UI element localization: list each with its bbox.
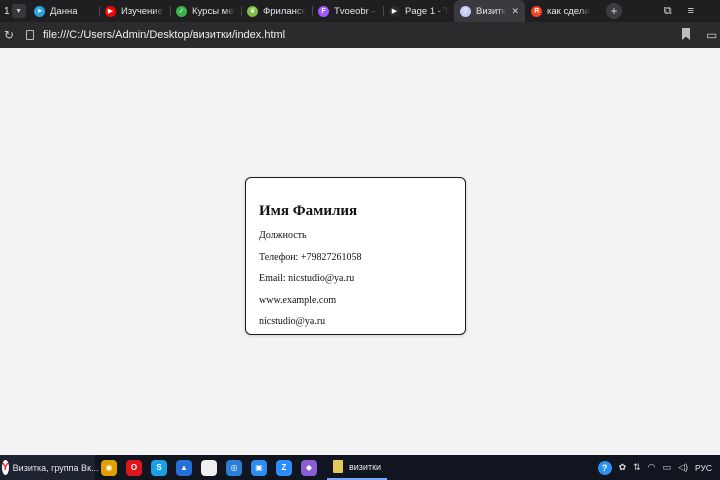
new-tab-button[interactable]: + — [606, 3, 622, 19]
play-icon: ▶ — [389, 5, 400, 17]
taskbar-active-browser[interactable]: Y Визитка, группа Вк... — [0, 455, 99, 480]
arrow-app-icon[interactable]: ▲ — [176, 459, 192, 476]
browser-tab[interactable]: ⚲ Визитка ✕ — [454, 0, 525, 22]
tab-title: Изучение С — [121, 5, 164, 17]
photos-icon[interactable]: ◎ — [226, 459, 242, 476]
tab-title: Фрилансер — [263, 5, 306, 17]
browser-tab[interactable]: Якак сделат — [525, 0, 596, 22]
tab-title: как сделат — [547, 5, 590, 17]
browser-tab[interactable]: ➤ Данна — [28, 0, 99, 22]
skype-icon[interactable]: S — [151, 459, 167, 476]
taskbar: Y Визитка, группа Вк... ◉ O S ▲ ◎ ▣ Z ◆ визитки… — [0, 455, 720, 480]
taskbar-pinned-apps: ◉ O S ▲ ◎ ▣ Z ◆ — [101, 459, 317, 476]
taskbar-folder-button[interactable]: визитки — [327, 455, 388, 480]
close-icon[interactable]: ✕ — [511, 6, 519, 17]
browser-tab[interactable]: ▶ Изучение С — [99, 0, 170, 22]
extensions-icon[interactable]: ▭ — [706, 22, 720, 48]
chrome-icon[interactable]: ◉ — [101, 459, 117, 476]
tab-list: ➤ Данна ▶ Изучение С ✓ Курсы мет ❦ Фрилансер F Tv… — [28, 0, 596, 22]
volume-icon[interactable]: ◁) — [678, 462, 688, 473]
battery-icon[interactable]: ▭ — [663, 462, 672, 473]
url-field[interactable]: file:///C:/Users/Admin/Desktop/визитки/i… — [16, 25, 706, 45]
tab-title: Page 1 - Tv — [405, 5, 448, 17]
card-extra-email: nicstudio@ya.ru — [259, 316, 326, 327]
tab-title: Данна — [50, 5, 78, 17]
business-card: Имя Фамилия Должность Телефон: +79827261… — [245, 177, 466, 335]
telegram-icon: ➤ — [34, 5, 45, 17]
figma-icon: F — [318, 5, 329, 17]
youtube-icon: ▶ — [105, 5, 116, 17]
store-icon[interactable]: ▣ — [251, 459, 267, 476]
language-indicator[interactable]: РУС — [695, 463, 712, 473]
visual-studio-icon[interactable]: ◆ — [301, 459, 317, 476]
taskbar-folder-label: визитки — [349, 461, 382, 472]
check-circle-icon: ✓ — [176, 5, 187, 17]
browser-tab[interactable]: ❦ Фрилансер — [241, 0, 312, 22]
tab-title: Tvoeobr – F — [334, 5, 377, 17]
browser-tab[interactable]: ✓ Курсы мет — [170, 0, 241, 22]
page-icon — [26, 30, 34, 40]
wifi-icon[interactable]: ◠ — [648, 462, 656, 473]
card-website: www.example.com — [259, 294, 337, 306]
sync-icon[interactable]: ⇅ — [633, 462, 641, 473]
tab-overview-icon[interactable]: ⧉ — [664, 5, 672, 18]
folder-icon — [333, 460, 343, 473]
address-bar: ↻ file:///C:/Users/Admin/Desktop/визитки… — [0, 22, 720, 48]
page-viewport: Имя Фамилия Должность Телефон: +79827261… — [0, 48, 720, 455]
browser-tab-strip: 1 ▼ ➤ Данна ▶ Изучение С ✓ Курсы мет ❦ Фрилансе… — [0, 0, 720, 22]
leaf-icon: ❦ — [247, 5, 258, 17]
system-tray: ? ✿ ⇅ ◠ ▭ ◁) РУС — [597, 455, 720, 480]
chevron-down-icon[interactable]: ▼ — [11, 4, 26, 18]
card-name: Имя Фамилия — [259, 203, 358, 219]
menu-icon[interactable]: ≡ — [688, 5, 694, 17]
taskbar-active-label: Визитка, группа Вк... — [12, 462, 99, 473]
tab-title: Визитка — [476, 5, 507, 17]
card-position: Должность — [259, 230, 307, 241]
tab-group-count: 1 — [4, 5, 10, 17]
help-icon[interactable]: ? — [597, 460, 612, 475]
url-text: file:///C:/Users/Admin/Desktop/визитки/i… — [43, 29, 286, 41]
browser-tab[interactable]: ▶ Page 1 - Tv — [383, 0, 454, 22]
tab-group-selector[interactable]: 1 ▼ — [0, 0, 28, 22]
opera-icon[interactable]: O — [126, 459, 142, 476]
page-icon: ⚲ — [460, 5, 471, 17]
yandex-icon: Я — [531, 5, 542, 17]
browser-tab[interactable]: F Tvoeobr – F — [312, 0, 383, 22]
window-controls: ⧉ ≡ — [664, 0, 720, 22]
zoom-icon[interactable]: Z — [276, 459, 292, 476]
tab-title: Курсы мет — [192, 5, 235, 17]
card-email: Email: nicstudio@ya.ru — [259, 273, 355, 284]
yandex-browser-icon: Y — [2, 460, 9, 475]
settings-icon[interactable]: ✿ — [619, 462, 627, 473]
card-phone: Телефон: +79827261058 — [259, 251, 362, 263]
document-icon[interactable] — [201, 459, 217, 476]
